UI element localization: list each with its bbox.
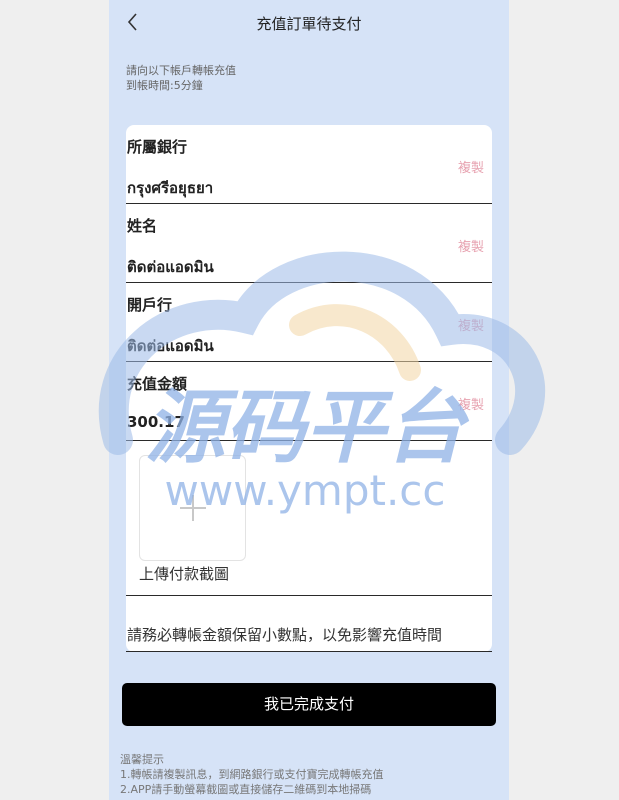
- app-screen: 充值訂單待支付 請向以下帳戶轉帳充值 到帳時間:5分鐘 所屬銀行 กรุงศรี…: [109, 0, 509, 800]
- copy-name-button[interactable]: 複製: [458, 236, 484, 255]
- tips: 溫馨提示 1.轉帳請複製訊息，到網路銀行或支付寶完成轉帳充值 2.APP請手動螢…: [120, 752, 384, 797]
- tips-line: 1.轉帳請複製訊息，到網路銀行或支付寶完成轉帳充值: [120, 768, 384, 781]
- field-name: 姓名 ติดต่อแอดมิน 複製: [126, 204, 492, 283]
- copy-amount-button[interactable]: 複製: [458, 394, 484, 413]
- copy-branch-button[interactable]: 複製: [458, 315, 484, 334]
- field-branch: 開戶行 ติดต่อแอดมิน 複製: [126, 283, 492, 362]
- header: 充值訂單待支付: [109, 0, 509, 44]
- plus-icon-vertical: [192, 495, 194, 521]
- divider: [126, 651, 492, 652]
- copy-bank-button[interactable]: 複製: [458, 157, 484, 176]
- divider: [126, 595, 492, 596]
- field-label: 開戶行: [127, 296, 173, 314]
- field-value: 300.17: [127, 413, 185, 431]
- decimal-notice: 請務必轉帳金額保留小數點，以免影響充值時間: [127, 626, 443, 644]
- field-label: 所屬銀行: [127, 138, 188, 156]
- field-value: ติดต่อแอดมิน: [127, 337, 214, 355]
- tips-title: 溫馨提示: [120, 753, 164, 766]
- field-bank: 所屬銀行 กรุงศรีอยุธยา 複製: [126, 125, 492, 204]
- payment-complete-button[interactable]: 我已完成支付: [122, 683, 496, 726]
- upload-label: 上傳付款截圖: [139, 565, 230, 583]
- arrival-time: 到帳時間:5分鐘: [126, 79, 203, 92]
- field-amount: 充值金額 300.17 複製: [126, 362, 492, 441]
- field-value: กรุงศรีอยุธยา: [127, 179, 214, 197]
- field-value: ติดต่อแอดมิน: [127, 258, 214, 276]
- upload-screenshot-button[interactable]: [139, 455, 246, 561]
- page-title: 充值訂單待支付: [256, 15, 362, 33]
- transfer-instructions: 請向以下帳戶轉帳充值 到帳時間:5分鐘: [126, 63, 236, 93]
- payment-info-card: 所屬銀行 กรุงศรีอยุธยา 複製 姓名 ติดต่อแอดมิน 複製…: [126, 125, 492, 652]
- instruction-line: 請向以下帳戶轉帳充值: [126, 64, 236, 77]
- field-label: 姓名: [127, 217, 158, 235]
- field-label: 充值金額: [127, 375, 188, 393]
- tips-line: 2.APP請手動螢幕截圖或直接儲存二維碼到本地掃碼: [120, 783, 372, 796]
